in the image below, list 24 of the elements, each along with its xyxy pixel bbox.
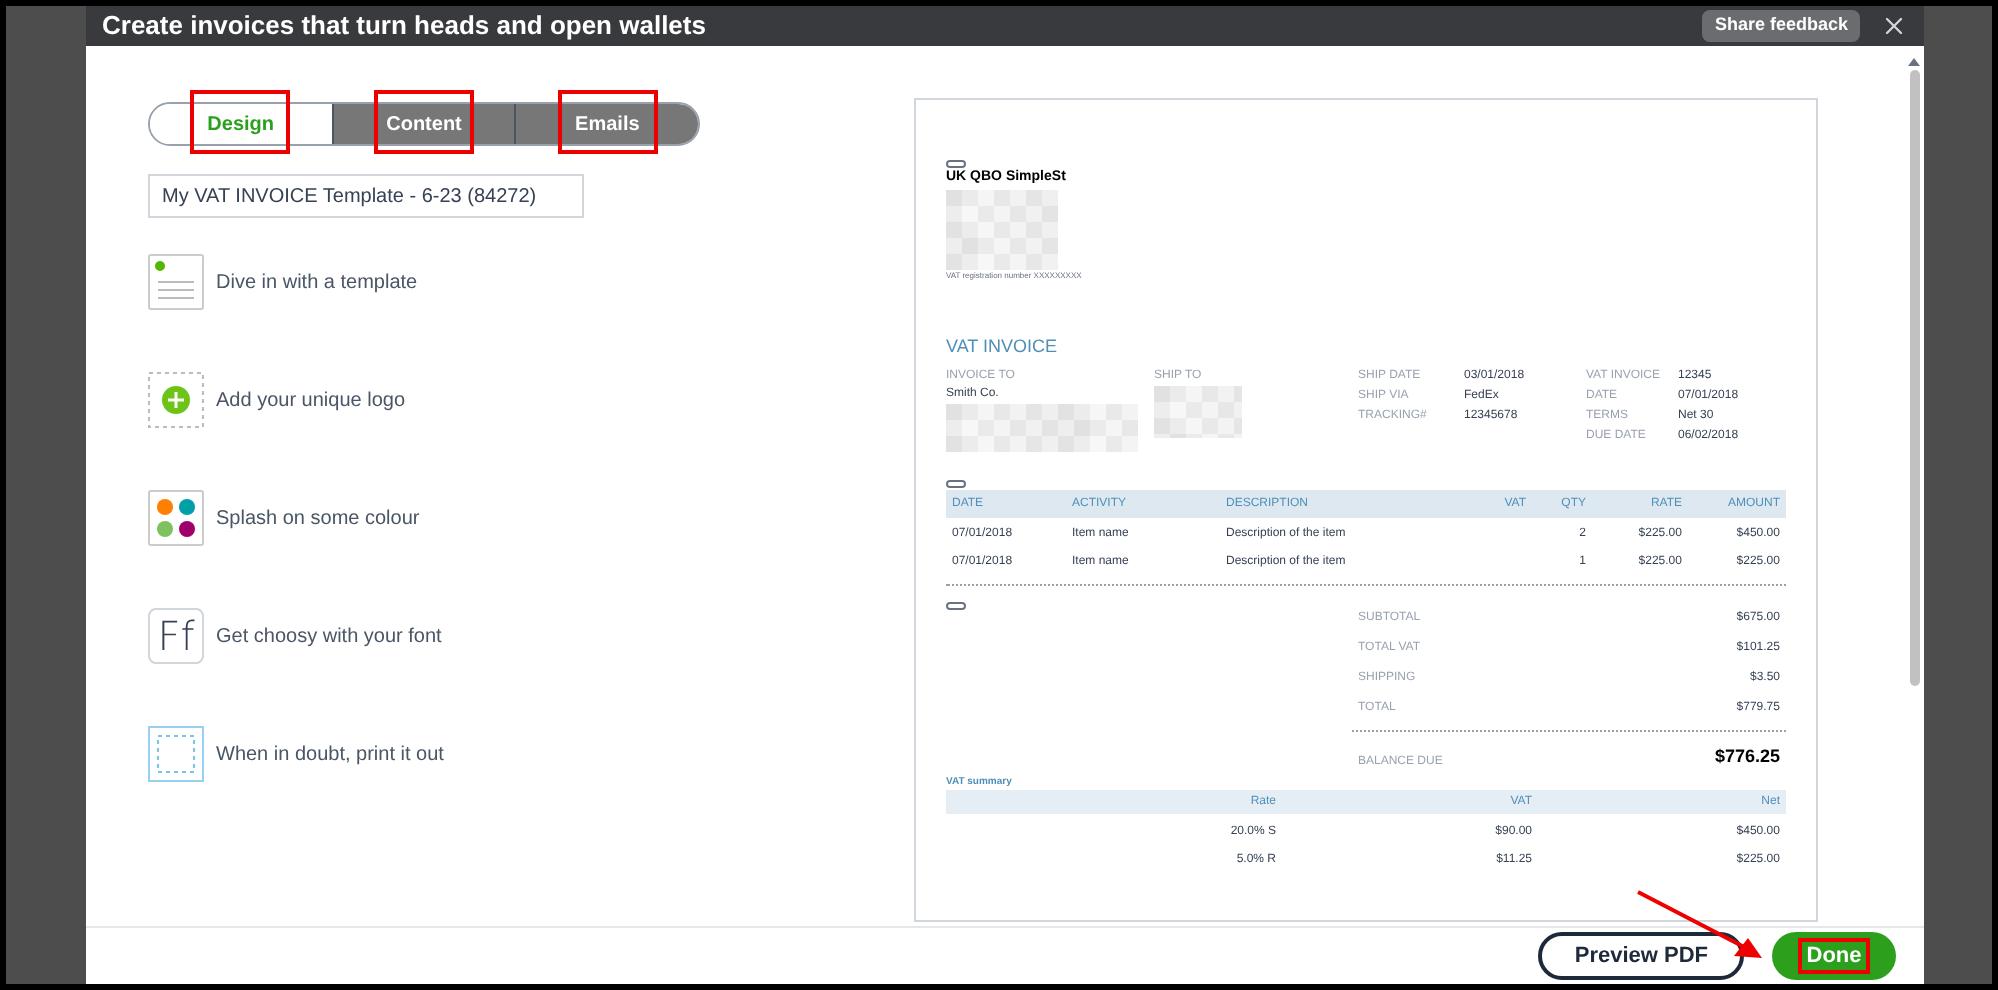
redaction-drawing xyxy=(1154,386,1242,438)
share-feedback-button[interactable]: Share feedback xyxy=(1702,10,1860,42)
balance-due-value: $776.25 xyxy=(1714,744,1780,770)
template-name-field[interactable]: My VAT INVOICE Template - 6-23 (84272) xyxy=(148,174,584,218)
print-layout-icon xyxy=(148,726,204,782)
tab[interactable]: Content xyxy=(331,104,515,144)
design-option-label[interactable]: When in doubt, print it out xyxy=(216,739,444,769)
tab[interactable]: Emails xyxy=(514,104,699,144)
preview-pdf-button[interactable]: Preview PDF xyxy=(1538,932,1744,980)
design-option-label[interactable]: Dive in with a template xyxy=(216,267,418,297)
invoice-title: VAT INVOICE xyxy=(946,333,1060,359)
template-icon xyxy=(148,254,204,310)
design-option-label[interactable]: Add your unique logo xyxy=(216,385,406,415)
handle-icon xyxy=(946,160,966,168)
window-title: Create invoices that turn heads and open wallets xyxy=(102,8,706,45)
redaction-drawing xyxy=(946,189,1058,269)
design-option-label[interactable]: Get choosy with your font xyxy=(216,621,442,651)
colour-palette-icon xyxy=(148,490,204,546)
design-option-label[interactable]: Splash on some colour xyxy=(216,503,420,533)
handle-icon xyxy=(946,480,966,488)
font-icon: Ff xyxy=(148,608,204,664)
close-icon[interactable] xyxy=(1880,12,1908,40)
handle-icon xyxy=(946,602,966,610)
add-logo-icon xyxy=(148,372,204,428)
